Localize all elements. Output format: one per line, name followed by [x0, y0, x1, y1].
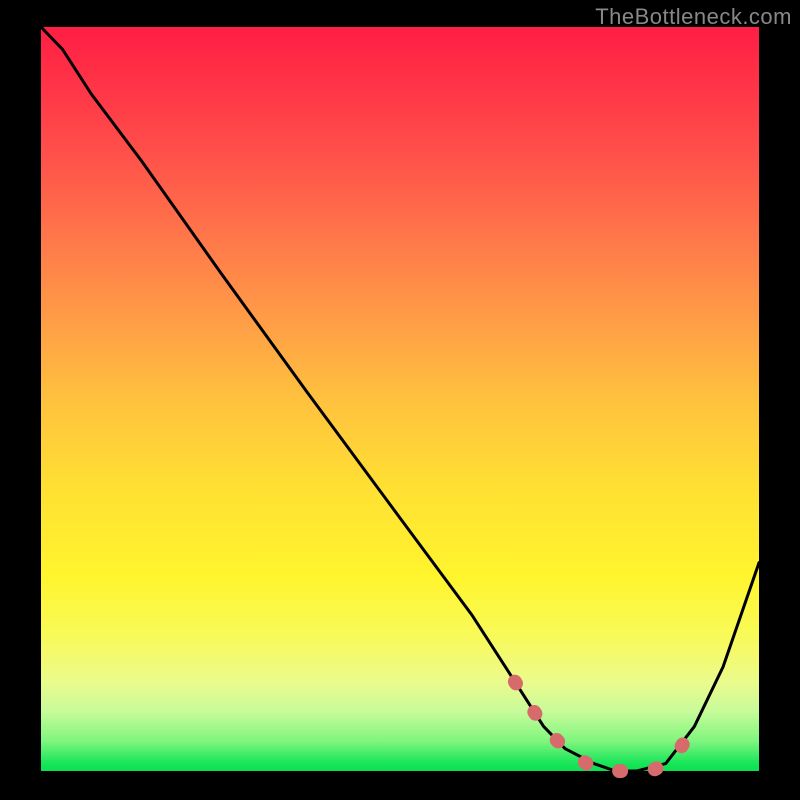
- watermark-text: TheBottleneck.com: [595, 4, 792, 30]
- bottleneck-chart: [41, 27, 759, 771]
- bottleneck-curve-path: [41, 27, 759, 771]
